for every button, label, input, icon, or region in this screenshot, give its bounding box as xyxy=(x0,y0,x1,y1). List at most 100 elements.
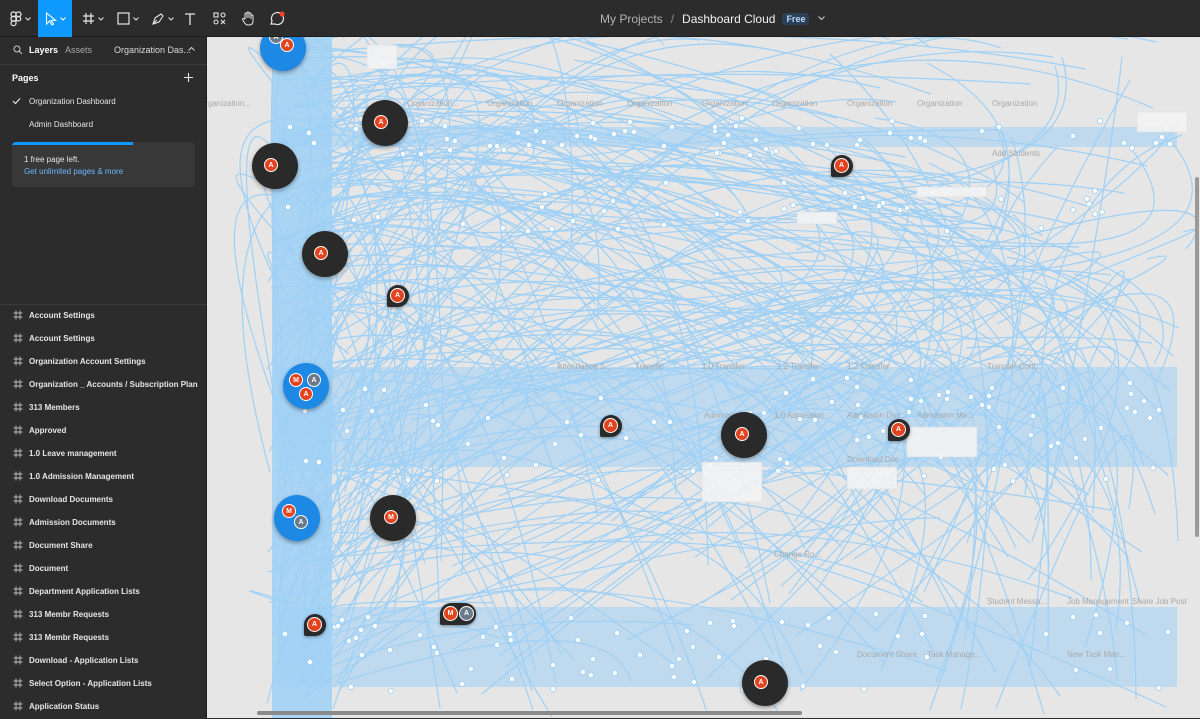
comment-pin[interactable]: A xyxy=(831,155,853,177)
frame-hash-icon xyxy=(13,678,23,688)
add-page-icon[interactable] xyxy=(183,72,194,83)
plan-badge: Free xyxy=(782,12,810,25)
collaborator-cursor: A xyxy=(302,231,348,277)
frame-label[interactable]: Add Students xyxy=(992,149,1040,158)
frame-label[interactable]: Organization xyxy=(557,99,602,108)
layer-item[interactable]: Account Settings xyxy=(0,305,207,328)
frame-hash-icon xyxy=(13,402,23,412)
frame-label[interactable]: Admission Ma... xyxy=(917,411,974,420)
frame-label[interactable]: Organization xyxy=(847,99,892,108)
frame-label[interactable]: 1.0 Admission... xyxy=(774,411,830,420)
frame-label[interactable]: Job Management xyxy=(1067,597,1129,606)
layer-item[interactable]: 1.0 Admission Management xyxy=(0,466,207,489)
frame-hash-icon xyxy=(13,609,23,619)
layer-item-label: Account Settings xyxy=(29,334,95,343)
layer-item-label: Approved xyxy=(29,426,67,435)
layer-item[interactable]: Account Settings xyxy=(0,328,207,351)
free-pages-text: 1 free page left. xyxy=(24,155,80,164)
layer-item[interactable]: Document Share xyxy=(0,535,207,558)
collaborator-cursor: A xyxy=(362,100,408,146)
layer-item[interactable]: 313 Membr Requests xyxy=(0,627,207,650)
frame-label[interactable]: Organization xyxy=(772,99,817,108)
main-menu-button[interactable] xyxy=(4,0,36,37)
rectangle-icon xyxy=(117,12,130,25)
page-item-label: Admin Dashboard xyxy=(29,120,94,129)
frame-label[interactable]: Organization xyxy=(702,99,747,108)
comment-pin[interactable]: A xyxy=(888,419,910,441)
tab-layers[interactable]: Layers xyxy=(29,45,58,55)
pen-tool-button[interactable] xyxy=(147,0,177,37)
frame-label[interactable]: Organization... xyxy=(207,99,251,108)
upgrade-notice: 1 free page left. Get unlimited pages & … xyxy=(12,142,195,187)
upgrade-link[interactable]: Get unlimited pages & more xyxy=(24,167,123,176)
frame-label[interactable]: Document Share xyxy=(857,650,917,659)
frame-label[interactable]: Attendance S... xyxy=(557,362,612,371)
move-tool-button[interactable] xyxy=(38,0,72,37)
vertical-scrollbar[interactable] xyxy=(1195,177,1199,537)
layer-item-label: Organization _ Accounts / Subscription P… xyxy=(29,380,198,389)
frame-label[interactable]: Organization xyxy=(917,99,962,108)
layer-item[interactable]: Department Application Lists xyxy=(0,581,207,604)
frame-label[interactable]: Share Job Post xyxy=(1132,597,1187,606)
figma-logo-icon xyxy=(9,10,22,26)
frame-label[interactable]: Organization... xyxy=(407,99,459,108)
frame-label[interactable]: Download Doc... xyxy=(847,455,906,464)
layer-item[interactable]: 1.0 Leave management xyxy=(0,443,207,466)
search-icon[interactable] xyxy=(13,45,23,55)
layer-item[interactable]: Organization Account Settings xyxy=(0,351,207,374)
page-item-admin-dashboard[interactable]: Admin Dashboard xyxy=(0,114,207,136)
frame-label[interactable]: Task Manage... xyxy=(927,650,981,659)
tab-assets[interactable]: Assets xyxy=(65,45,92,55)
hand-tool-button[interactable] xyxy=(237,0,259,37)
layer-item[interactable]: Select Option - Application Lists xyxy=(0,673,207,696)
frame-label[interactable]: Transfer Conf... xyxy=(987,362,1042,371)
shape-tool-button[interactable] xyxy=(112,0,144,37)
frame-label[interactable]: 1.0 Transfer xyxy=(702,362,745,371)
page-item-organization-dashboard[interactable]: Organization Dashboard xyxy=(0,91,207,113)
avatar: A xyxy=(754,675,768,689)
comment-pin[interactable]: A xyxy=(387,285,409,307)
text-icon xyxy=(185,12,195,25)
layer-item[interactable]: Application Status xyxy=(0,696,207,719)
frame-label[interactable]: Student Messa... xyxy=(987,597,1047,606)
file-name[interactable]: Dashboard Cloud xyxy=(682,12,775,26)
layer-item[interactable]: Approved xyxy=(0,420,207,443)
cursor-arrow-icon xyxy=(45,11,57,26)
layer-item[interactable]: Admission Documents xyxy=(0,512,207,535)
horizontal-scrollbar[interactable] xyxy=(257,711,802,715)
layer-item-label: 313 Membr Requests xyxy=(29,633,110,642)
chevron-down-icon[interactable] xyxy=(818,16,826,21)
project-link[interactable]: My Projects xyxy=(600,12,663,26)
frame-label[interactable]: Organization xyxy=(627,99,672,108)
frame-label[interactable]: Change Ro... xyxy=(774,550,821,559)
layer-item[interactable]: 313 Membr Requests xyxy=(0,604,207,627)
layer-item[interactable]: Download - Application Lists xyxy=(0,650,207,673)
frame-label[interactable]: Transfer xyxy=(635,362,665,371)
comment-pin[interactable]: A xyxy=(304,614,326,636)
frame-label[interactable]: New Task Man... xyxy=(1067,650,1126,659)
left-sidebar: Layers Assets Organization Das... Pages … xyxy=(0,37,207,718)
resources-button[interactable] xyxy=(208,0,230,37)
frame-hash-icon xyxy=(13,586,23,596)
avatar: A xyxy=(735,427,749,441)
comment-pin[interactable]: M A xyxy=(440,603,476,625)
current-page-selector[interactable]: Organization Das... xyxy=(114,45,191,55)
frame-label[interactable]: Organization xyxy=(992,99,1037,108)
chevron-up-icon[interactable] xyxy=(188,46,195,51)
frame-label[interactable]: Organization... xyxy=(487,99,539,108)
avatar: A xyxy=(299,387,313,401)
frame-tool-button[interactable] xyxy=(78,0,108,37)
frame-hash-icon xyxy=(13,563,23,573)
comment-tool-button[interactable] xyxy=(266,0,288,37)
frame-label[interactable]: 1.2 Transfer xyxy=(847,362,890,371)
avatar: A xyxy=(314,246,328,260)
layer-item[interactable]: Organization _ Accounts / Subscription P… xyxy=(0,374,207,397)
pages-heading: Pages xyxy=(12,73,39,83)
design-canvas[interactable]: Organization... Organization... Organizati… xyxy=(207,37,1200,718)
comment-pin[interactable]: A xyxy=(600,415,622,437)
layer-item[interactable]: Download Documents xyxy=(0,489,207,512)
layer-item[interactable]: 313 Members xyxy=(0,397,207,420)
text-tool-button[interactable] xyxy=(179,0,201,37)
layer-item[interactable]: Document xyxy=(0,558,207,581)
frame-label[interactable]: 1.2 Transfer xyxy=(777,362,820,371)
